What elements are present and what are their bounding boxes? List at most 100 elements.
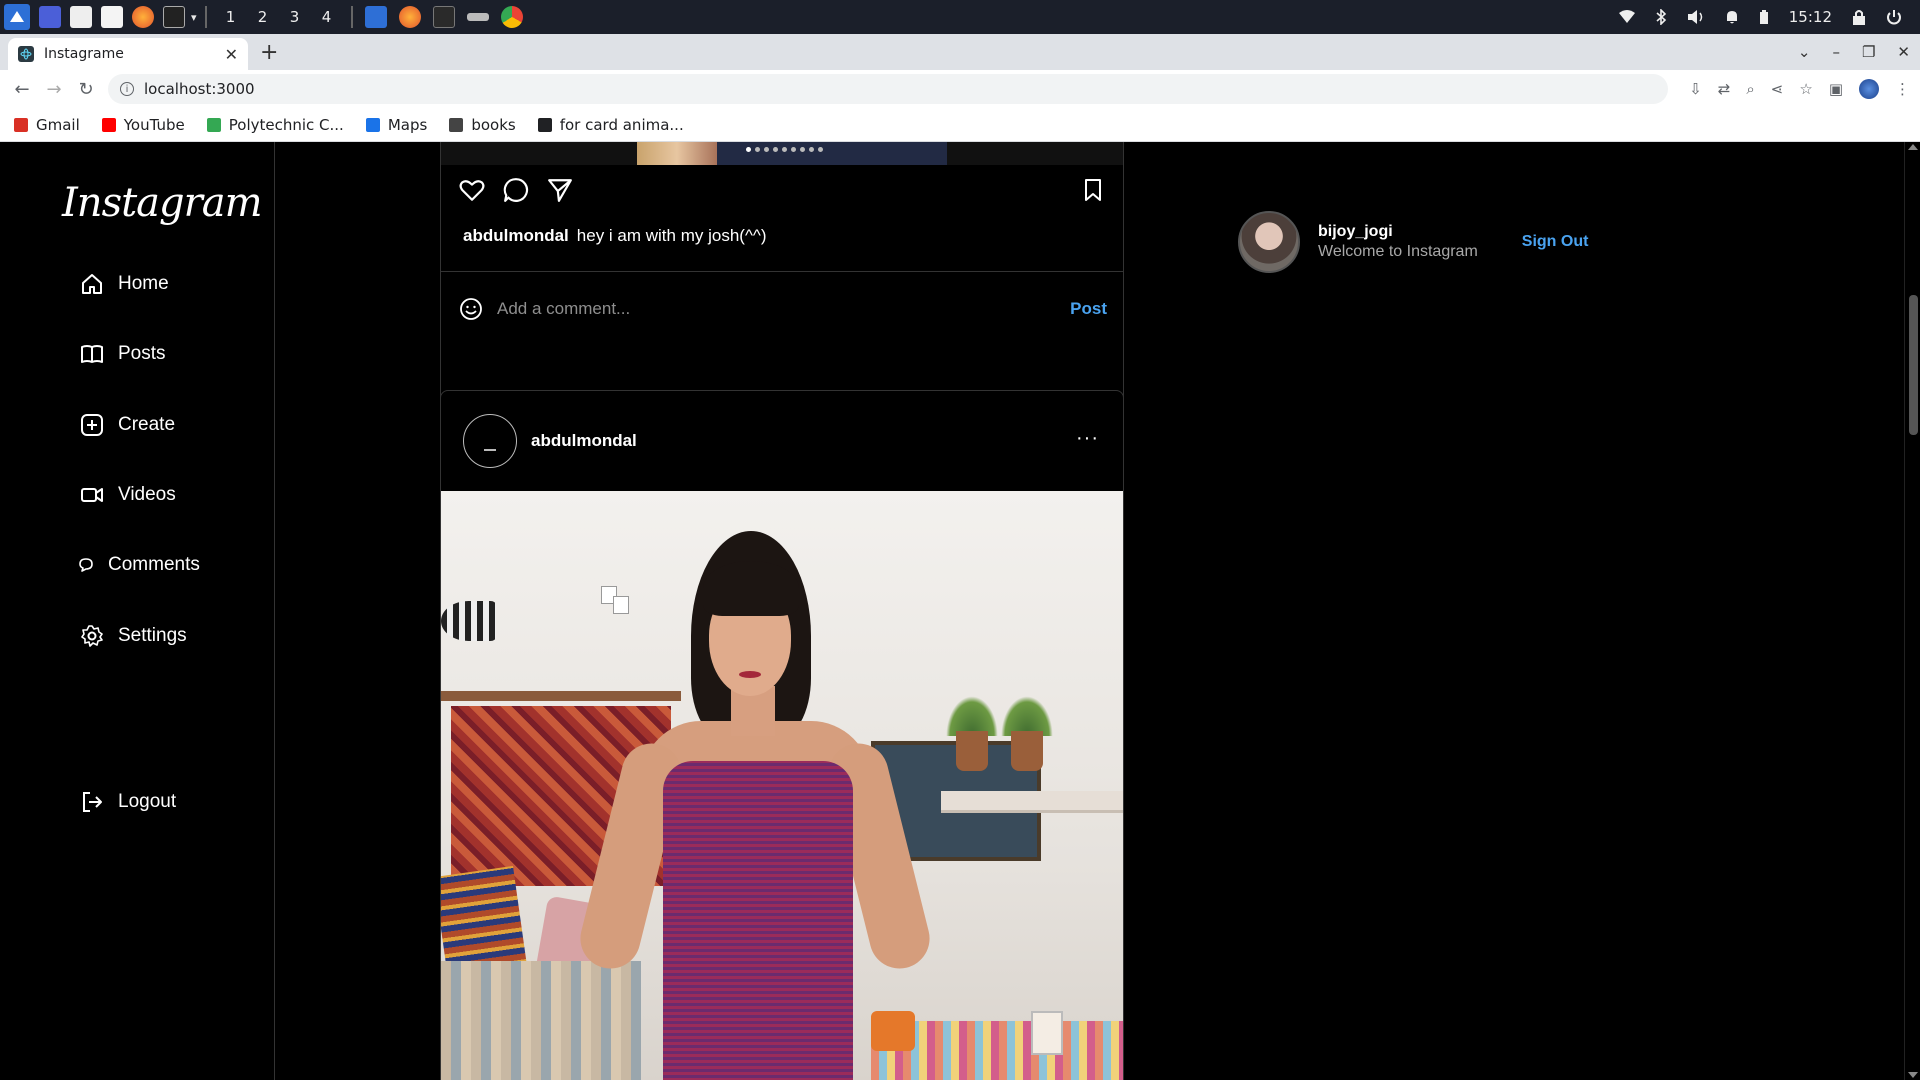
address-bar[interactable]: i localhost:3000 (108, 74, 1668, 104)
battery-icon[interactable] (1759, 9, 1769, 25)
reload-icon[interactable]: ↻ (70, 79, 102, 100)
profile-avatar-icon[interactable] (1859, 79, 1879, 99)
workspace-3[interactable]: 3 (279, 8, 311, 26)
clock: 15:12 (1788, 8, 1832, 26)
translate-icon[interactable]: ⇄ (1718, 80, 1731, 98)
firefox-icon[interactable] (132, 6, 154, 28)
zoom-icon[interactable]: ⌕ (1746, 80, 1754, 98)
restore-icon[interactable]: ❐ (1862, 43, 1875, 61)
bookmark-item[interactable]: Polytechnic C... (206, 115, 344, 134)
scroll-down-icon[interactable] (1908, 1072, 1918, 1078)
sidebar-item-logout[interactable]: Logout (80, 790, 176, 814)
sidebar-item-videos[interactable]: Videos (80, 483, 176, 507)
heart-icon[interactable] (459, 177, 485, 203)
start-menu-icon[interactable] (4, 4, 30, 30)
url-text[interactable]: localhost:3000 (144, 80, 255, 98)
bookmark-item[interactable]: Gmail (14, 116, 80, 134)
instagram-logo[interactable]: Instagram (62, 180, 263, 226)
minimize-icon[interactable]: – (1832, 43, 1840, 61)
editor-task-icon[interactable] (364, 6, 387, 28)
profile-avatar[interactable] (1238, 211, 1300, 273)
lock-icon[interactable] (1852, 9, 1866, 25)
chrome-task-icon[interactable] (500, 6, 523, 28)
sidebar-item-comments[interactable]: Comments (78, 554, 200, 576)
post-image-carousel[interactable] (441, 142, 1123, 165)
desktop-icon[interactable] (39, 6, 61, 28)
sidebar-item-settings[interactable]: Settings (80, 624, 187, 648)
divider (441, 271, 1123, 272)
post-username[interactable]: abdulmondal (531, 431, 637, 451)
browser-toolbar: ← → ↻ i localhost:3000 ⇩ ⇄ ⌕ ⋖ ☆ ▣ ⋮ (0, 70, 1920, 108)
sidebar-item-label: Videos (118, 484, 176, 505)
emoji-icon[interactable] (459, 297, 483, 321)
sidebar-item-label: Posts (118, 343, 166, 364)
sidebar-item-create[interactable]: Create (80, 413, 175, 437)
browser-tab[interactable]: Instagrame ✕ (8, 38, 248, 70)
carousel-dot[interactable] (746, 147, 751, 152)
chevron-down-icon[interactable]: ▾ (191, 11, 197, 24)
power-icon[interactable] (1886, 9, 1902, 25)
tab-search-icon[interactable]: ⌄ (1798, 43, 1811, 61)
terminal-task-icon[interactable] (432, 6, 455, 28)
window-task-icon[interactable] (466, 13, 489, 21)
workspace-2[interactable]: 2 (247, 8, 279, 26)
comment-bubble-icon[interactable] (503, 177, 529, 203)
share-send-icon[interactable] (547, 177, 573, 203)
back-icon[interactable]: ← (6, 79, 38, 100)
share-icon[interactable]: ⋖ (1771, 80, 1784, 98)
scrollbar[interactable] (1904, 142, 1920, 1080)
volume-icon[interactable] (1687, 9, 1705, 25)
more-options-icon[interactable]: ··· (1076, 427, 1099, 450)
carousel-dot[interactable] (809, 147, 814, 152)
wall-photo (613, 596, 629, 614)
kebab-menu-icon[interactable]: ⋮ (1895, 80, 1910, 98)
site-info-icon[interactable]: i (120, 82, 134, 96)
sidebar-item-label: Home (118, 273, 169, 294)
bluetooth-icon[interactable] (1655, 9, 1667, 25)
sign-out-button[interactable]: Sign Out (1522, 233, 1589, 251)
document-viewer-icon[interactable] (101, 6, 123, 28)
workspace-1[interactable]: 1 (215, 8, 247, 26)
carousel-dot[interactable] (773, 147, 778, 152)
sidebar-item-posts[interactable]: Posts (80, 342, 166, 366)
bookmark-item[interactable]: books (449, 116, 516, 134)
carousel-dot[interactable] (791, 147, 796, 152)
forward-icon[interactable]: → (38, 79, 70, 100)
file-manager-icon[interactable] (70, 6, 92, 28)
wifi-icon[interactable] (1618, 10, 1635, 24)
bookmark-label: Gmail (36, 115, 80, 134)
post-comment-button[interactable]: Post (1070, 299, 1107, 319)
bookmark-label: for card anima... (559, 115, 684, 134)
firefox-task-icon[interactable] (398, 6, 421, 28)
carousel-dot[interactable] (800, 147, 805, 152)
close-tab-icon[interactable]: ✕ (225, 45, 238, 64)
bookmark-icon[interactable] (1081, 177, 1105, 203)
carousel-dot[interactable] (764, 147, 769, 152)
workspace-4[interactable]: 4 (311, 8, 343, 26)
carousel-dot[interactable] (782, 147, 787, 152)
profile-username[interactable]: bijoy_jogi (1318, 223, 1478, 241)
terminal-icon[interactable] (163, 6, 185, 28)
post-image[interactable] (441, 491, 1123, 1080)
comment-input[interactable] (497, 299, 1017, 319)
scroll-thumb[interactable] (1909, 295, 1918, 435)
bookmark-item[interactable]: Maps (365, 116, 427, 134)
taskbar-separator (350, 6, 353, 28)
avatar[interactable] (463, 414, 517, 468)
side-panel-icon[interactable]: ▣ (1829, 80, 1843, 98)
bookmark-label: Polytechnic C... (228, 115, 344, 134)
carousel-dot[interactable] (755, 147, 760, 152)
close-window-icon[interactable]: ✕ (1897, 43, 1910, 61)
bookmark-star-icon[interactable]: ☆ (1799, 80, 1812, 98)
post-card: abdulmondal ··· (440, 390, 1124, 1080)
bookmark-item[interactable]: YouTube (101, 116, 185, 134)
sidebar-item-home[interactable]: Home (80, 272, 169, 296)
install-icon[interactable]: ⇩ (1689, 80, 1702, 98)
scroll-up-icon[interactable] (1908, 144, 1918, 150)
carousel-dot[interactable] (818, 147, 823, 152)
bell-icon[interactable] (1725, 9, 1739, 25)
new-tab-icon[interactable]: + (260, 40, 278, 65)
caption-username[interactable]: abdulmondal (463, 226, 569, 245)
caption-text: hey i am with my josh(^^) (576, 226, 767, 245)
bookmark-item[interactable]: for card anima... (537, 115, 684, 134)
